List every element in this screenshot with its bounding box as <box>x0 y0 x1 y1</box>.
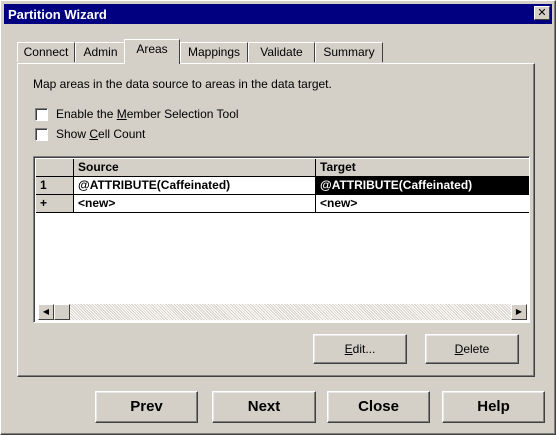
tab-summary[interactable]: Summary <box>315 42 383 62</box>
help-button[interactable]: Help <box>442 391 545 423</box>
tab-connect[interactable]: Connect <box>17 42 75 62</box>
prev-button[interactable]: Prev <box>95 391 198 423</box>
next-button[interactable]: Next <box>212 391 316 423</box>
close-button[interactable]: Close <box>327 391 430 423</box>
window-title: Partition Wizard <box>8 7 107 22</box>
tab-mappings[interactable]: Mappings <box>180 42 248 62</box>
tab-admin[interactable]: Admin <box>75 42 126 62</box>
tab-validate[interactable]: Validate <box>248 42 315 62</box>
areas-panel <box>17 63 535 377</box>
tab-areas[interactable]: Areas <box>124 39 180 64</box>
close-icon[interactable]: ✕ <box>534 6 550 20</box>
title-bar[interactable]: Partition Wizard ✕ <box>4 4 552 24</box>
